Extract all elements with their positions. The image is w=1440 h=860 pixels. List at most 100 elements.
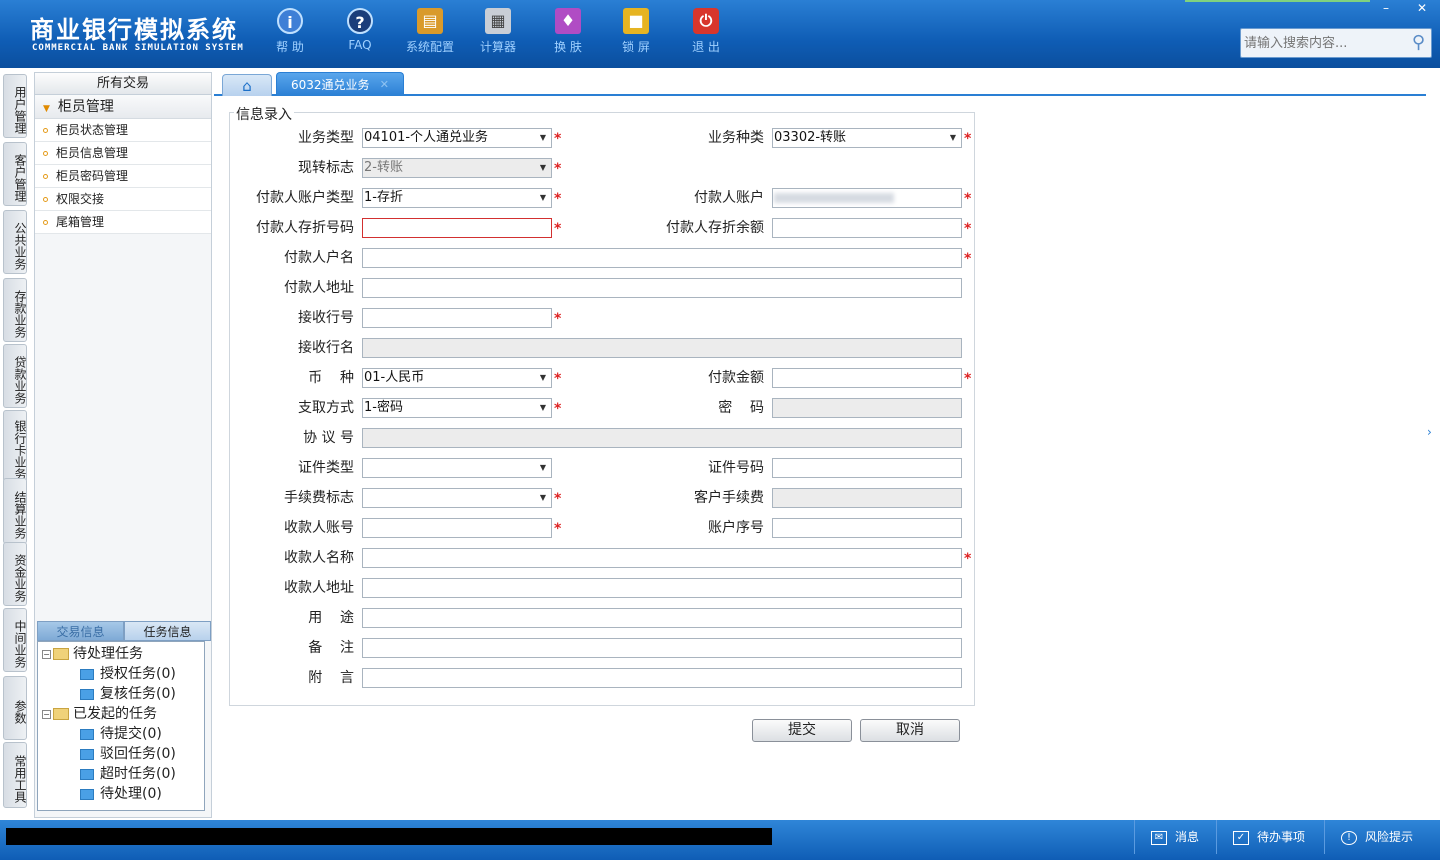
side-tab-intermediary[interactable]: 中间业务 bbox=[3, 608, 27, 672]
todo-button[interactable]: ✓ 待办事项 bbox=[1216, 820, 1322, 854]
close-window-button[interactable]: ✕ bbox=[1404, 0, 1440, 18]
tab-task-info[interactable]: 任务信息 bbox=[124, 621, 211, 641]
lock-screen-button[interactable]: ■ 锁 屏 bbox=[604, 8, 668, 55]
change-skin-button[interactable]: ♦ 换 肤 bbox=[536, 8, 600, 55]
side-tab-customer-mgmt[interactable]: 客户管理 bbox=[3, 142, 27, 206]
payer-book-balance-input[interactable] bbox=[772, 218, 962, 238]
side-tab-deposit[interactable]: 存款业务 bbox=[3, 278, 27, 342]
all-transactions-header[interactable]: 所有交易 bbox=[35, 73, 211, 95]
side-tab-public[interactable]: 公共业务 bbox=[3, 210, 27, 274]
payee-addr-input[interactable] bbox=[362, 578, 962, 598]
pay-amount-input[interactable] bbox=[772, 368, 962, 388]
home-icon: ⌂ bbox=[242, 77, 252, 95]
tree-node-timeout[interactable]: 超时任务(0) bbox=[80, 764, 176, 784]
recv-bank-name-input[interactable] bbox=[362, 338, 962, 358]
exit-label: 退 出 bbox=[692, 40, 720, 54]
tree-node-to-process[interactable]: 待处理(0) bbox=[80, 784, 162, 804]
side-tab-tools[interactable]: 常用工具 bbox=[3, 742, 27, 808]
purpose-input[interactable] bbox=[362, 608, 962, 628]
chevron-down-icon[interactable]: ▼ bbox=[535, 459, 551, 477]
chevron-down-icon[interactable]: ▼ bbox=[535, 129, 551, 147]
chevron-down-icon[interactable]: ▼ bbox=[535, 369, 551, 387]
collapse-icon[interactable]: − bbox=[42, 649, 51, 659]
teller-mgmt-group[interactable]: ▼ 柜员管理 bbox=[35, 95, 211, 119]
cust-fee-input[interactable] bbox=[772, 488, 962, 508]
menu-item-teller-status[interactable]: 柜员状态管理 bbox=[35, 119, 211, 142]
cancel-button[interactable]: 取消 bbox=[860, 719, 960, 742]
side-tab-loan[interactable]: 贷款业务 bbox=[3, 344, 27, 408]
minimize-button[interactable]: – bbox=[1368, 0, 1404, 18]
label-payee-acct: 收款人账号 bbox=[284, 520, 354, 536]
label-fee-flag: 手续费标志 bbox=[284, 490, 354, 506]
payee-acct-input[interactable] bbox=[362, 518, 552, 538]
content-tabbar: ⌂ 6032通兑业务 ✕ bbox=[214, 72, 1426, 96]
side-tab-funds[interactable]: 资金业务 bbox=[3, 542, 27, 606]
side-tab-bank-card[interactable]: 银行卡业务 bbox=[3, 410, 27, 482]
risk-alert-button[interactable]: ! 风险提示 bbox=[1324, 820, 1436, 854]
folder-icon bbox=[80, 688, 94, 700]
menu-item-permission-handover[interactable]: 权限交接 bbox=[35, 188, 211, 211]
exit-button[interactable]: ⏻ 退 出 bbox=[674, 8, 738, 55]
postscript-input[interactable] bbox=[362, 668, 962, 688]
acct-seq-input[interactable] bbox=[772, 518, 962, 538]
calculator-button[interactable]: ▦ 计算器 bbox=[466, 8, 530, 55]
payee-name-input[interactable] bbox=[362, 548, 962, 568]
payer-acct-input[interactable] bbox=[772, 188, 962, 208]
biz-type-select[interactable]: 04101-个人通兑业务 ▼ bbox=[362, 128, 552, 148]
redacted-value bbox=[774, 193, 894, 203]
tree-node-auth-tasks[interactable]: 授权任务(0) bbox=[80, 664, 176, 684]
chevron-down-icon[interactable]: ▼ bbox=[535, 159, 551, 177]
withdraw-method-select[interactable]: 1-密码 ▼ bbox=[362, 398, 552, 418]
cash-flag-select[interactable]: 2-转账 ▼ bbox=[362, 158, 552, 178]
payer-acct-type-select[interactable]: 1-存折 ▼ bbox=[362, 188, 552, 208]
menu-item-cash-box[interactable]: 尾箱管理 bbox=[35, 211, 211, 234]
agreement-no-input[interactable] bbox=[362, 428, 962, 448]
search-input[interactable] bbox=[1241, 29, 1401, 57]
messages-label: 消息 bbox=[1175, 830, 1200, 844]
checkbox-icon: ✓ bbox=[1233, 830, 1249, 845]
menu-item-teller-info[interactable]: 柜员信息管理 bbox=[35, 142, 211, 165]
tree-node-review-tasks[interactable]: 复核任务(0) bbox=[80, 684, 176, 704]
tab-home[interactable]: ⌂ bbox=[222, 74, 272, 96]
currency-select[interactable]: 01-人民币 ▼ bbox=[362, 368, 552, 388]
payer-name-input[interactable] bbox=[362, 248, 962, 268]
label-payee-name: 收款人名称 bbox=[284, 550, 354, 566]
tree-node-rejected[interactable]: 驳回任务(0) bbox=[80, 744, 176, 764]
messages-button[interactable]: ✉ 消息 bbox=[1134, 820, 1214, 854]
close-tab-icon[interactable]: ✕ bbox=[380, 73, 389, 97]
id-no-input[interactable] bbox=[772, 458, 962, 478]
label-payee-addr: 收款人地址 bbox=[284, 580, 354, 596]
remark-input[interactable] bbox=[362, 638, 962, 658]
label-pay-amount: 付款金额 bbox=[708, 370, 764, 386]
payer-book-no-input[interactable] bbox=[362, 218, 552, 238]
chevron-down-icon[interactable]: ▼ bbox=[945, 129, 961, 147]
fee-flag-select[interactable]: ▼ bbox=[362, 488, 552, 508]
expand-panel-icon[interactable]: › bbox=[1427, 425, 1437, 459]
side-tab-settlement[interactable]: 结算业务 bbox=[3, 478, 27, 544]
id-type-select[interactable]: ▼ bbox=[362, 458, 552, 478]
biz-kind-value: 03302-转账 bbox=[774, 130, 847, 145]
menu-item-teller-password[interactable]: 柜员密码管理 bbox=[35, 165, 211, 188]
payer-addr-input[interactable] bbox=[362, 278, 962, 298]
chevron-down-icon[interactable]: ▼ bbox=[535, 489, 551, 507]
tree-node-label: 复核任务(0) bbox=[100, 686, 176, 702]
faq-button[interactable]: ? FAQ bbox=[328, 8, 392, 52]
side-tab-params[interactable]: 参数 bbox=[3, 676, 27, 740]
tree-node-to-submit[interactable]: 待提交(0) bbox=[80, 724, 162, 744]
submit-button[interactable]: 提交 bbox=[752, 719, 852, 742]
tab-6032[interactable]: 6032通兑业务 ✕ bbox=[276, 72, 404, 96]
password-input[interactable] bbox=[772, 398, 962, 418]
label-payer-acct: 付款人账户 bbox=[694, 190, 764, 206]
search-icon[interactable]: ⚲ bbox=[1412, 32, 1425, 53]
biz-kind-select[interactable]: 03302-转账 ▼ bbox=[772, 128, 962, 148]
tree-node-pending[interactable]: − 待处理任务 bbox=[42, 644, 143, 664]
chevron-down-icon[interactable]: ▼ bbox=[535, 399, 551, 417]
chevron-down-icon[interactable]: ▼ bbox=[535, 189, 551, 207]
tab-transaction-info[interactable]: 交易信息 bbox=[37, 621, 124, 641]
recv-bank-no-input[interactable] bbox=[362, 308, 552, 328]
system-config-button[interactable]: ▤ 系统配置 bbox=[398, 8, 462, 55]
tree-node-initiated[interactable]: − 已发起的任务 bbox=[42, 704, 157, 724]
help-button[interactable]: i 帮 助 bbox=[258, 8, 322, 55]
side-tab-user-mgmt[interactable]: 用户管理 bbox=[3, 74, 27, 138]
collapse-icon[interactable]: − bbox=[42, 709, 51, 719]
